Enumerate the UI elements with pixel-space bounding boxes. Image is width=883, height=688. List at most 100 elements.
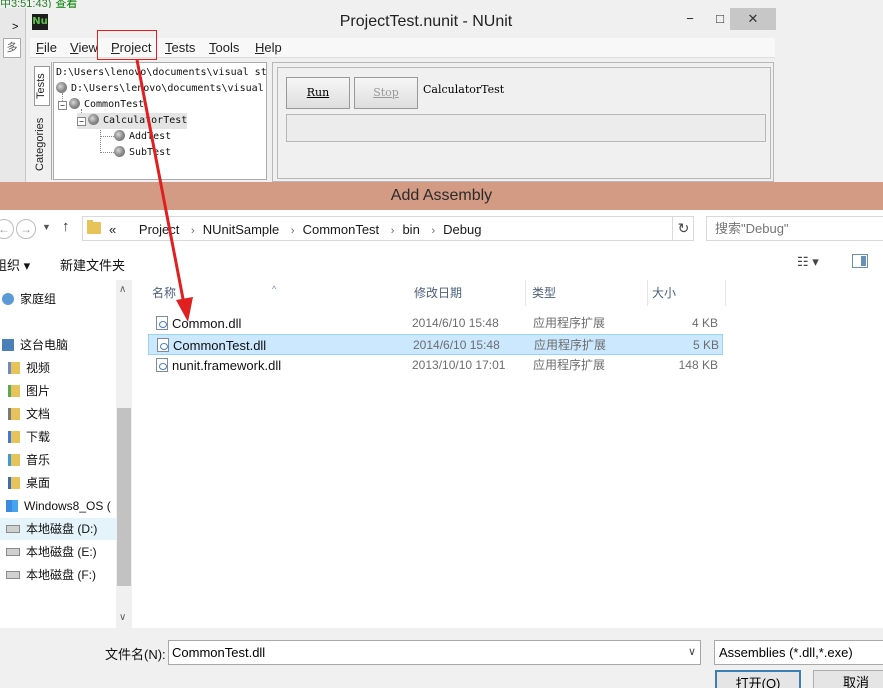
tree-item-calculatortest[interactable]: − CalculatorTest (77, 113, 188, 129)
file-list-header: 名称 ^ 修改日期 类型 大小 (148, 280, 728, 306)
menu-tests[interactable]: Tests (165, 40, 195, 55)
close-button[interactable]: ✕ (730, 8, 776, 30)
tree-item-label: D:\Users\lenovo\documents\visual (71, 83, 264, 94)
run-button-label: Run (306, 86, 330, 99)
column-type[interactable]: 类型 (528, 280, 648, 306)
stop-button[interactable]: Stop (354, 77, 418, 109)
preview-pane-icon[interactable] (852, 254, 868, 268)
menu-help[interactable]: Help (255, 40, 282, 55)
breadcrumb-item[interactable]: CommonTest (303, 222, 380, 237)
collapse-icon[interactable]: − (58, 101, 67, 110)
minimize-button[interactable]: − (676, 8, 704, 30)
nav-item-label: Windows8_OS ( (24, 499, 111, 513)
background-link[interactable]: 查看 (55, 0, 77, 8)
tree-item-commontest[interactable]: − CommonTest (58, 97, 144, 113)
folder-icon (87, 220, 101, 234)
menu-help-mnemonic: H (255, 40, 265, 55)
nunit-window: 中3:51:43) 查看 > 多 Nu ProjectTest.nunit - N… (0, 0, 883, 182)
scroll-down-icon[interactable]: ∨ (119, 612, 126, 623)
nav-item-label: 这台电脑 (20, 338, 69, 352)
tab-tests[interactable]: Tests (34, 66, 50, 106)
menu-file[interactable]: File (36, 40, 57, 55)
open-button[interactable]: 打开(O) (715, 670, 801, 688)
nav-item-label: 本地磁盘 (E:) (26, 545, 97, 559)
navigation-scrollbar[interactable]: ∧ ∨ (116, 280, 132, 632)
new-folder-button[interactable]: 新建文件夹 (60, 255, 125, 274)
file-type-filter[interactable]: Assemblies (*.dll,*.exe) (714, 640, 883, 665)
scroll-up-icon[interactable]: ∧ (119, 284, 126, 295)
nav-item-this-pc[interactable]: 这台电脑 (2, 334, 68, 356)
chevron-right-icon[interactable]: › (391, 225, 395, 237)
back-arrow-icon[interactable]: ← (0, 219, 14, 239)
screenshot-stage: 中3:51:43) 查看 > 多 Nu ProjectTest.nunit - N… (0, 0, 883, 688)
tree-item-label: AddTest (129, 131, 172, 142)
nav-item-videos[interactable]: 视频 (8, 357, 50, 379)
filename-input[interactable] (172, 642, 672, 663)
collapse-icon[interactable]: − (77, 117, 86, 126)
breadcrumb-item[interactable]: bin (402, 222, 419, 237)
breadcrumb-separator (128, 225, 131, 237)
nav-item-desktop[interactable]: 桌面 (8, 472, 50, 494)
chevron-right-icon[interactable]: › (431, 225, 435, 237)
nav-item-homegroup[interactable]: 家庭组 (2, 288, 56, 310)
tree-item-assembly[interactable]: D:\Users\lenovo\documents\visual (56, 81, 264, 97)
menu-tools[interactable]: Tools (209, 40, 239, 55)
column-name[interactable]: 名称 ^ (148, 280, 410, 306)
nav-item-label: 文档 (26, 407, 51, 421)
file-row[interactable]: nunit.framework.dll 2013/10/10 17:01 应用程… (148, 355, 723, 376)
run-button[interactable]: Run (286, 77, 350, 109)
column-size[interactable]: 大小 (648, 280, 726, 306)
test-status-icon (88, 114, 99, 125)
file-row-selected[interactable]: CommonTest.dll 2014/6/10 15:48 应用程序扩展 5 … (148, 334, 723, 355)
column-date[interactable]: 修改日期 (410, 280, 526, 306)
breadcrumb-item[interactable]: NUnitSample (203, 222, 280, 237)
dialog-toolbar: 组织 ▾ 新建文件夹 ☷ ▾ (0, 246, 883, 280)
tab-categories[interactable]: Categories (34, 110, 50, 178)
search-box[interactable] (706, 216, 883, 241)
file-size: 4 KB (691, 316, 718, 330)
music-folder-icon (8, 454, 20, 466)
search-input[interactable] (715, 218, 883, 239)
nav-item-windows-drive[interactable]: Windows8_OS ( (6, 495, 111, 517)
tree-item-root-path[interactable]: D:\Users\lenovo\documents\visual st (56, 65, 266, 81)
chevron-right-icon[interactable]: › (191, 225, 195, 237)
video-folder-icon (8, 362, 20, 374)
file-name: CommonTest.dll (173, 338, 267, 353)
progress-bar (286, 114, 766, 142)
tree-item-addtest[interactable]: AddTest (114, 129, 171, 145)
tree-item-subtest[interactable]: SubTest (114, 145, 171, 161)
chevron-right-icon[interactable]: › (291, 225, 295, 237)
file-name: nunit.framework.dll (172, 358, 282, 373)
up-arrow-icon[interactable]: ↑ (62, 218, 70, 235)
breadcrumb-item[interactable]: Project (139, 222, 179, 237)
navigation-pane: 家庭组 这台电脑 视频 图片 文档 下载 音乐 桌面 Windows8_OS (… (0, 280, 132, 632)
cancel-button[interactable]: 取消 (813, 670, 883, 688)
recent-locations-icon[interactable]: ▼ (42, 222, 51, 232)
nav-item-drive-f[interactable]: 本地磁盘 (F:) (6, 564, 96, 586)
filename-combobox[interactable]: ∨ (168, 640, 701, 665)
nav-item-documents[interactable]: 文档 (8, 403, 50, 425)
file-row[interactable]: Common.dll 2014/6/10 15:48 应用程序扩展 4 KB (148, 313, 723, 334)
file-type: 应用程序扩展 (533, 316, 606, 330)
breadcrumb-item[interactable]: Debug (443, 222, 481, 237)
downloads-folder-icon (8, 431, 20, 443)
nav-item-pictures[interactable]: 图片 (8, 380, 50, 402)
organize-button[interactable]: 组织 ▾ (0, 255, 30, 274)
view-options-icon[interactable]: ☷ ▾ (797, 254, 819, 270)
breadcrumb-overflow[interactable]: « (109, 222, 116, 237)
file-size: 148 KB (678, 358, 718, 372)
forward-arrow-icon[interactable]: → (16, 219, 36, 239)
chevron-right-icon[interactable]: > (12, 21, 18, 33)
address-bar[interactable]: « Project › NUnitSample › CommonTest › bin … (82, 216, 694, 241)
nav-item-drive-d[interactable]: 本地磁盘 (D:) (0, 518, 116, 540)
menu-view[interactable]: View (70, 40, 98, 55)
nav-item-drive-e[interactable]: 本地磁盘 (E:) (6, 541, 97, 563)
chevron-down-icon[interactable]: ∨ (688, 645, 696, 658)
nav-item-music[interactable]: 音乐 (8, 449, 50, 471)
refresh-icon[interactable]: ↻ (672, 216, 694, 241)
nav-item-downloads[interactable]: 下载 (8, 426, 50, 448)
file-size: 5 KB (692, 338, 719, 352)
background-button[interactable]: 多 (3, 38, 21, 58)
desktop-folder-icon (8, 477, 20, 489)
scrollbar-thumb[interactable] (117, 408, 131, 586)
